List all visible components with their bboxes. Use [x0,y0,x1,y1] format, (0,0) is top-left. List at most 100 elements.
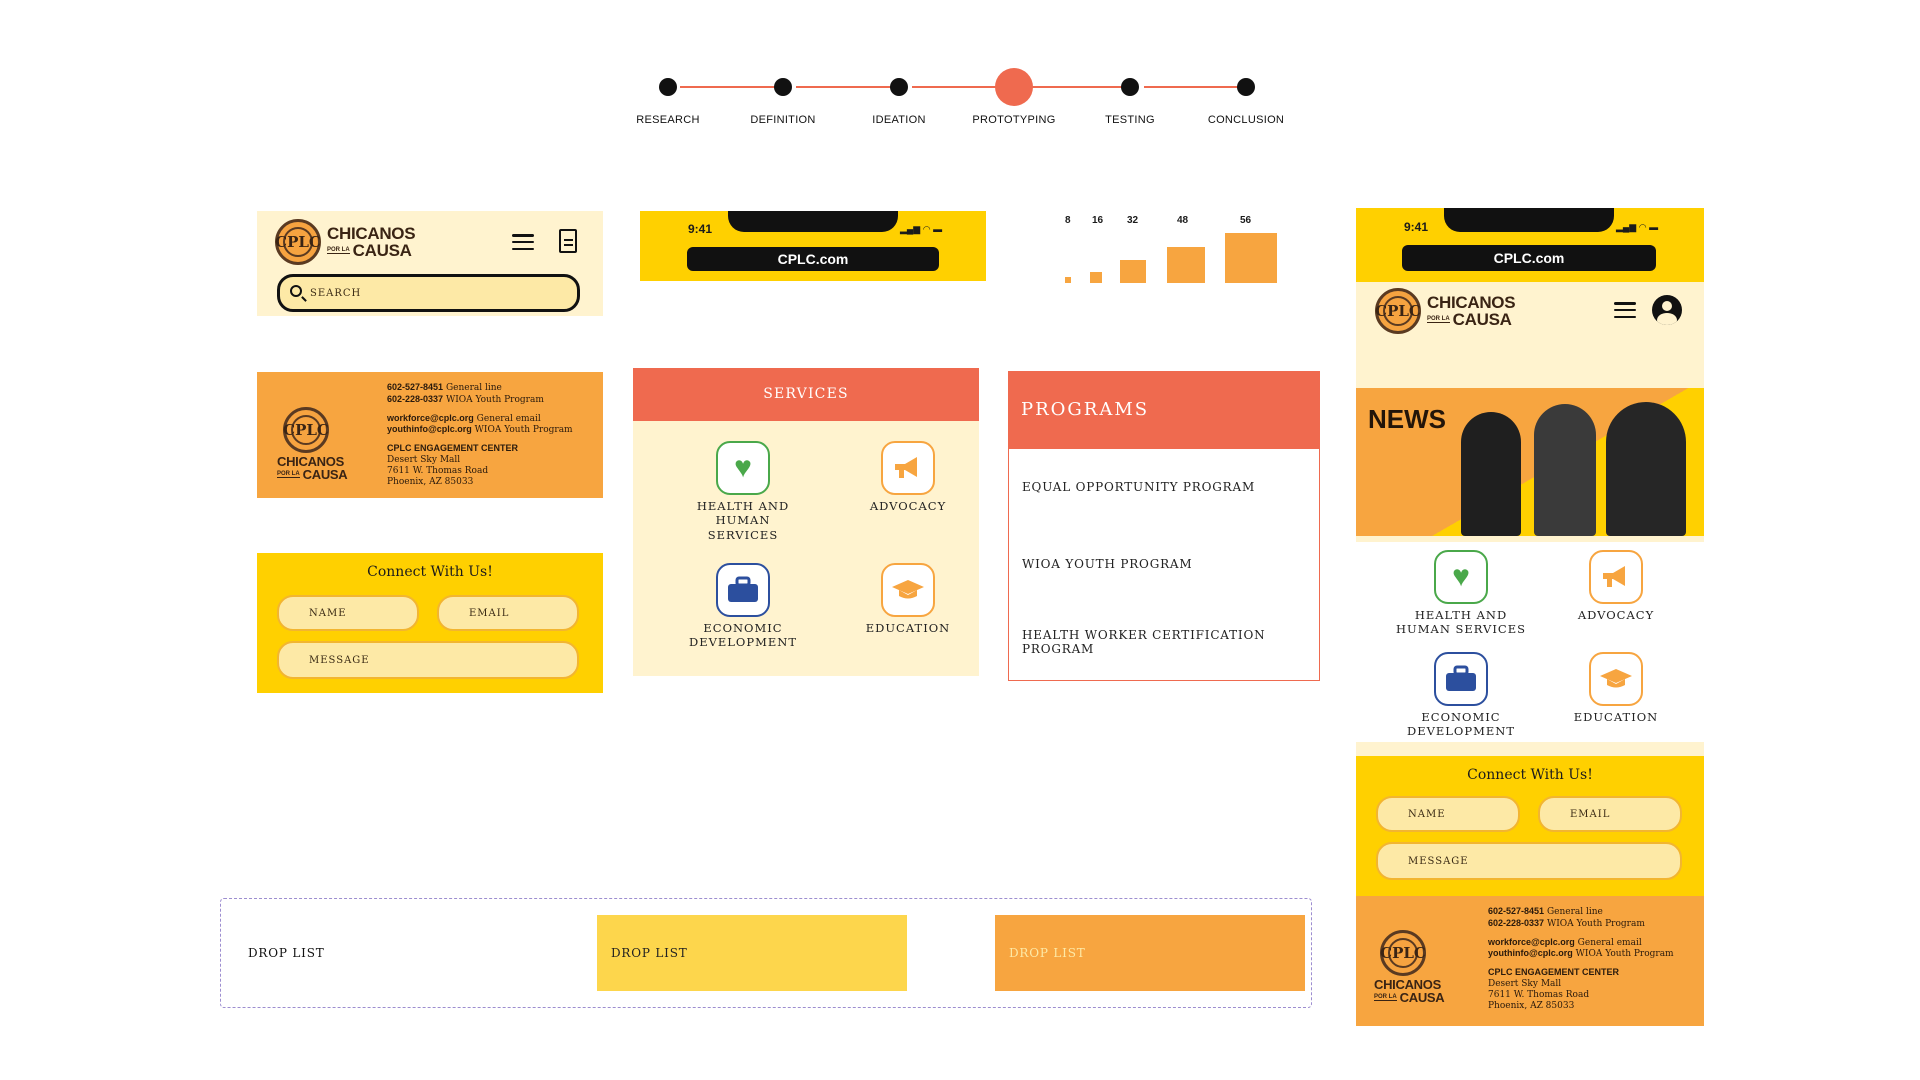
step-label-conclusion: CONCLUSION [1207,114,1285,126]
signal-wifi-battery-icon: ▂▄▆ ◠ ▬ [900,224,943,234]
email-link[interactable]: workforce@cplc.org [387,413,474,423]
document-icon[interactable] [559,229,577,253]
stepper-connector [796,86,896,88]
service-tile-economic[interactable]: ECONOMIC DEVELOPMENT [688,563,798,650]
service-tile-health[interactable]: ♥ HEALTH AND HUMAN SERVICES [1396,550,1526,637]
email-link[interactable]: youthinfo@cplc.org [387,424,472,434]
services-header: SERVICES [633,368,979,421]
url-bar[interactable]: CPLC.com [1402,245,1656,271]
service-tile-advocacy[interactable]: ADVOCACY [1561,550,1671,622]
step-dot-definition[interactable] [774,78,792,96]
logo-text-bottom: CAUSA [352,241,412,260]
spacing-label: 32 [1127,215,1139,226]
spacing-label: 48 [1177,215,1189,226]
service-tile-education[interactable]: EDUCATION [853,563,963,635]
spacing-label: 56 [1240,215,1252,226]
news-banner[interactable]: NEWS [1356,388,1704,536]
mobile-services: ♥ HEALTH AND HUMAN SERVICES ADVOCACY ECO… [1356,542,1704,742]
status-time: 9:41 [1404,220,1429,234]
droplist-active[interactable]: DROP LIST [995,915,1305,991]
step-label-ideation: IDEATION [872,114,926,126]
stepper-connector [680,86,780,88]
footer-logo[interactable]: CPLC CHICANOS POR LA CAUSA [277,407,348,481]
phone-status-bar: 9:41 ▂▄▆ ◠ ▬ CPLC.com [640,211,986,281]
cplc-logo[interactable]: CPLC CHICANOS POR LA CAUSA [275,219,416,265]
news-photo-person [1534,404,1596,536]
contact-footer: CPLC CHICANOS POR LA CAUSA 602-527-8451 G… [1356,896,1704,1026]
cplc-seal-icon: CPLC [275,219,321,265]
spacing-swatch [1225,233,1277,283]
step-label-testing: TESTING [1105,114,1155,126]
name-field[interactable]: NAME [277,595,419,631]
step-label-prototyping: PROTOTYPING [972,114,1056,126]
droplist-hover[interactable]: DROP LIST [597,915,907,991]
phone-status-bar: 9:41 ▂▄▆ ◠ ▬ CPLC.com [1356,208,1704,282]
step-dot-research[interactable] [659,78,677,96]
step-dot-prototyping[interactable] [995,68,1033,106]
message-field[interactable]: MESSAGE [277,641,579,679]
connect-title: Connect With Us! [1467,767,1593,783]
service-tile-health[interactable]: ♥ HEALTH AND HUMAN SERVICES [688,441,798,542]
hamburger-icon[interactable] [1614,302,1636,318]
spacing-label: 8 [1065,215,1071,226]
footer-logo[interactable]: CPLC CHICANOS POR LA CAUSA [1374,930,1445,1004]
megaphone-icon [881,441,935,495]
contact-details: 602-527-8451 General line 602-228-0337 W… [1488,906,1674,1011]
step-dot-testing[interactable] [1121,78,1139,96]
mobile-mockup: 9:41 ▂▄▆ ◠ ▬ CPLC.com CPLC CHICANOS POR … [1356,208,1704,1026]
megaphone-icon [1589,550,1643,604]
email-link[interactable]: workforce@cplc.org [1488,937,1575,947]
connect-form: Connect With Us! NAME EMAIL MESSAGE [257,553,603,693]
spacing-scale: 8 16 32 48 56 [1055,211,1285,291]
spacing-swatch [1167,247,1205,283]
cplc-seal-icon: CPLC [283,407,329,453]
email-link[interactable]: youthinfo@cplc.org [1488,948,1573,958]
header-component: CPLC CHICANOS POR LA CAUSA SEARCH [257,211,603,316]
service-tile-education[interactable]: EDUCATION [1561,652,1671,724]
cplc-seal-icon: CPLC [1380,930,1426,976]
programs-header: PROGRAMS [1008,371,1320,449]
signal-wifi-battery-icon: ▂▄▆ ◠ ▬ [1616,222,1659,232]
heart-plus-icon: ♥ [1434,550,1488,604]
service-tile-economic[interactable]: ECONOMIC DEVELOPMENT [1396,652,1526,739]
cplc-logo[interactable]: CPLC CHICANOS POR LA CAUSA [1375,288,1516,334]
search-icon [290,285,302,297]
step-dot-conclusion[interactable] [1237,78,1255,96]
spacing-swatch [1090,272,1102,283]
user-icon[interactable] [1652,295,1682,325]
contact-details: 602-527-8451 General line 602-228-0337 W… [387,382,573,487]
step-label-definition: DEFINITION [750,114,816,126]
contact-footer: CPLC CHICANOS POR LA CAUSA 602-527-8451 G… [257,372,603,498]
message-field[interactable]: MESSAGE [1376,842,1682,880]
step-dot-ideation[interactable] [890,78,908,96]
url-bar[interactable]: CPLC.com [687,247,939,271]
name-field[interactable]: NAME [1376,796,1520,832]
heart-plus-icon: ♥ [716,441,770,495]
email-field[interactable]: EMAIL [1538,796,1682,832]
program-item[interactable]: EQUAL OPPORTUNITY PROGRAM [1022,480,1255,494]
service-tile-advocacy[interactable]: ADVOCACY [853,441,963,513]
program-item[interactable]: HEALTH WORKER CERTIFICATION PROGRAM [1022,628,1265,656]
graduation-cap-icon [881,563,935,617]
news-title: NEWS [1368,404,1446,434]
connect-form: Connect With Us! NAME EMAIL MESSAGE [1356,756,1704,896]
program-item[interactable]: WIOA YOUTH PROGRAM [1022,557,1192,571]
cplc-seal-icon: CPLC [1375,288,1421,334]
phone-notch [1444,208,1614,232]
news-photo-person [1606,402,1686,536]
step-label-research: RESEARCH [636,114,700,126]
logo-text-top: CHICANOS [327,224,416,243]
services-panel: SERVICES ♥ HEALTH AND HUMAN SERVICES ADV… [633,368,979,676]
briefcase-icon [716,563,770,617]
spacing-swatch [1120,260,1146,283]
droplist-variants: DROP LIST DROP LIST DROP LIST [220,898,1312,1008]
spacing-label: 16 [1092,215,1104,226]
news-photo-person [1461,412,1521,536]
hamburger-icon[interactable] [512,234,534,250]
droplist-default[interactable]: DROP LIST [234,915,524,991]
logo-text-por: POR LA [327,247,350,254]
search-input[interactable]: SEARCH [277,274,580,312]
briefcase-icon [1434,652,1488,706]
email-field[interactable]: EMAIL [437,595,579,631]
spacing-swatch [1065,277,1071,283]
